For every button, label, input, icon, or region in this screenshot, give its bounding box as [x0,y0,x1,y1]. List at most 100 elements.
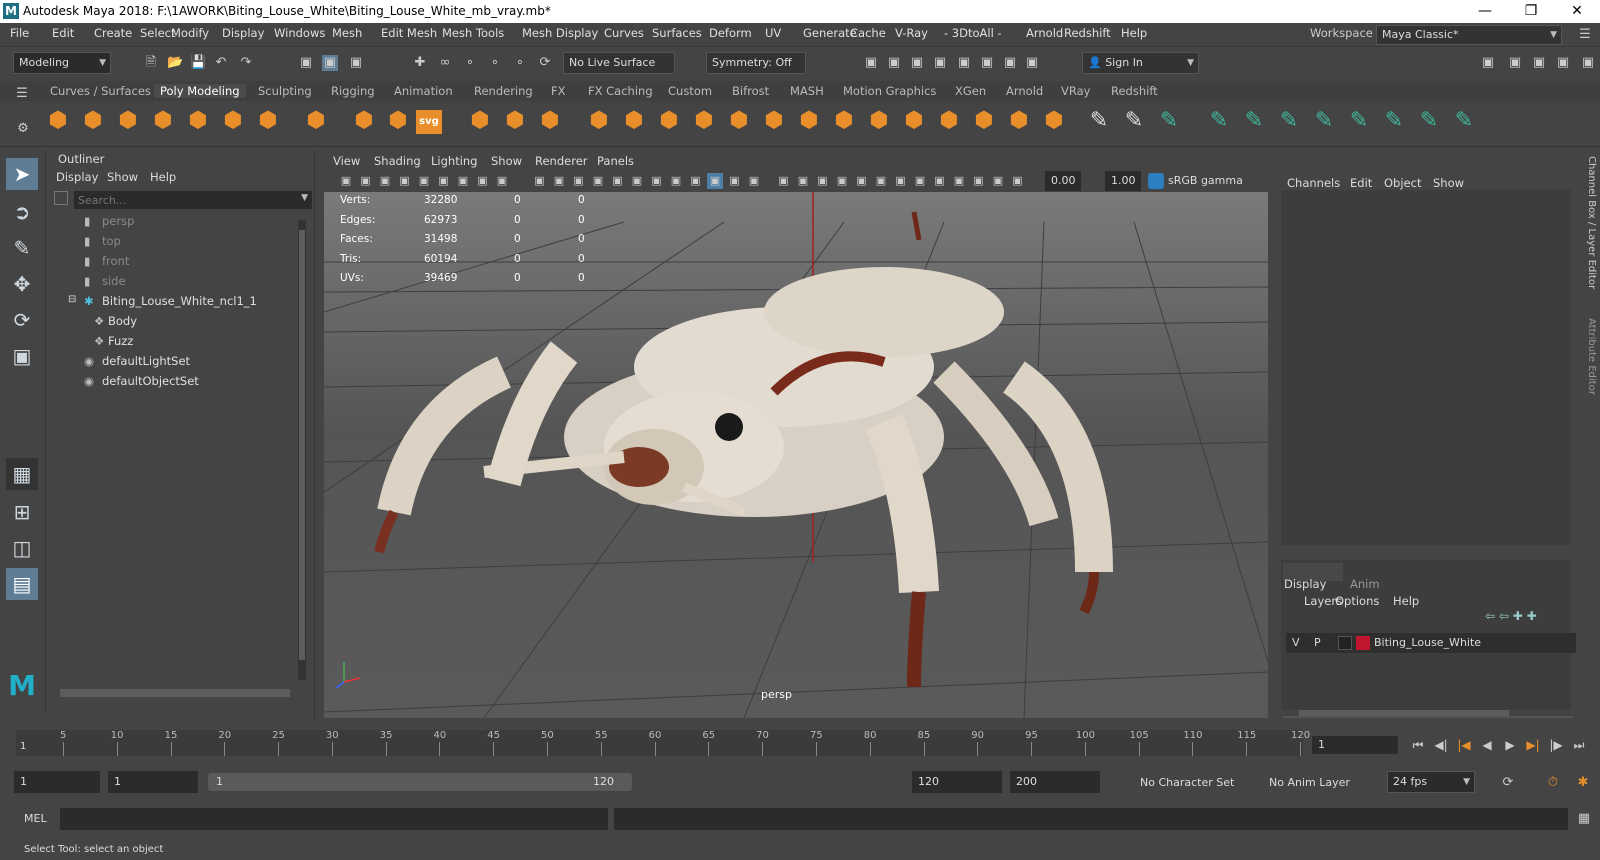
snap-grid-icon[interactable]: ✚ [412,55,428,71]
minimize-icon[interactable]: — [1462,1,1508,22]
menu-file[interactable]: File [10,26,29,40]
super-shape-icon[interactable]: ⬢ [350,107,378,135]
viewport-tool-icon[interactable]: ▣ [746,173,762,189]
menu-modify[interactable]: Modify [171,26,209,40]
paint-icon[interactable]: ✎ [1155,107,1183,135]
sculpt-icon[interactable]: ✎ [1120,107,1148,135]
shelf-tab-custom[interactable]: Custom [668,84,712,98]
play-forward-icon[interactable]: ▶ [1502,737,1518,753]
shelf-tab-bifrost[interactable]: Bifrost [732,84,769,98]
viewport-tool-icon[interactable]: ▣ [854,173,870,189]
menu-arnold[interactable]: Arnold [1026,26,1063,40]
shelf-tab-poly-modeling[interactable]: Poly Modeling [154,84,246,98]
outliner-search-input[interactable] [74,191,284,209]
live-surface-field[interactable]: No Live Surface [563,52,675,74]
snap-curve-icon[interactable]: ∞ [437,55,453,71]
single-pane-icon[interactable]: ▦ [6,458,38,490]
redo-icon[interactable]: ↷ [238,55,254,71]
modeling-toolkit-icon[interactable]: ▣ [1480,55,1496,71]
shelf-tab-redshift[interactable]: Redshift [1111,84,1158,98]
shelf-tab-mash[interactable]: MASH [790,84,824,98]
uv-auto-icon[interactable]: ✎ [1275,107,1303,135]
hypershade-icon[interactable]: ▣ [956,55,972,71]
viewport-tool-icon[interactable]: ▣ [610,173,626,189]
menu-generate[interactable]: Generate [803,26,857,40]
uv-layout-icon[interactable]: ✎ [1415,107,1443,135]
uv-cleanup-icon[interactable]: ✎ [1450,107,1478,135]
poly-plane-icon[interactable]: ⬢ [219,107,247,135]
select-tool-icon[interactable]: ➤ [6,158,38,190]
gamma-field[interactable]: 1.00 [1105,171,1141,191]
render-region-icon[interactable]: ▣ [863,55,879,71]
step-back-key-icon[interactable]: ◀| [1433,737,1449,753]
layer-row[interactable]: V P Biting_Louse_White [1286,633,1576,653]
viewport-tool-icon[interactable]: ▣ [455,173,471,189]
shelf-settings-icon[interactable]: ⚙ [15,121,31,137]
outliner-vscrollbar[interactable] [298,220,306,680]
render-view-icon[interactable]: ▣ [979,55,995,71]
anim-prefs-icon[interactable]: ✱ [1575,775,1591,791]
workspace-dropdown[interactable]: Maya Classic* ▼ [1376,25,1562,45]
fill-hole-icon[interactable]: ⬢ [725,107,753,135]
layer-type-box[interactable] [1338,636,1352,650]
menu-edit[interactable]: Edit [52,26,74,40]
scale-tool-icon[interactable]: ▣ [6,340,38,372]
connect-icon[interactable]: ⬢ [900,107,928,135]
viewport-tool-icon[interactable]: ▣ [912,173,928,189]
viewport-tool-icon[interactable]: ▣ [873,173,889,189]
attribute-editor-icon[interactable]: ▣ [1507,55,1523,71]
character-set-dropdown[interactable]: No Character Set [1140,776,1234,789]
3d-viewport[interactable]: Verts: 32280 0 0 Edges: 62973 0 0 Faces: 31498 0 0 T… [324,192,1268,718]
snap-live-icon[interactable]: ⟳ [537,55,553,71]
layer-menu-options[interactable]: Options [1335,594,1379,608]
combine-icon[interactable]: ⬢ [466,107,494,135]
viewport-tool-icon[interactable]: ▣ [727,173,743,189]
menu-windows[interactable]: Windows [274,26,325,40]
layer-hscrollbar[interactable] [1299,710,1509,716]
layer-menu-help[interactable]: Help [1393,594,1419,608]
viewport-tool-icon[interactable]: ▣ [358,173,374,189]
select-component-icon[interactable]: ▣ [348,55,364,71]
end-time-field[interactable]: 200 [1010,771,1100,793]
play-backward-icon[interactable]: ◀ [1479,737,1495,753]
tool-settings-icon[interactable]: ▣ [1531,55,1547,71]
render-settings-icon[interactable]: ▣ [932,55,948,71]
sign-in-button[interactable]: 👤 Sign In ▼ [1082,52,1199,74]
script-editor-icon[interactable]: ▦ [1576,811,1592,827]
side-tab-attribute-editor[interactable]: Attribute Editor [1583,318,1597,408]
viewport-tool-icon[interactable]: ▣ [688,173,704,189]
svg-tool-button[interactable]: svg [416,110,442,134]
viewport-tool-icon[interactable]: ▣ [475,173,491,189]
outliner-menu-help[interactable]: Help [150,170,176,184]
shelf-tab-curves-surfaces[interactable]: Curves / Surfaces [50,84,151,98]
save-scene-icon[interactable]: 💾 [190,55,206,71]
viewport-tool-icon[interactable]: ▣ [893,173,909,189]
separate-icon[interactable]: ⬢ [501,107,529,135]
outliner-layout-icon[interactable]: ▤ [6,568,38,600]
open-scene-icon[interactable]: 📂 [167,55,183,71]
poly-cone-icon[interactable]: ⬢ [149,107,177,135]
shelf-tab-rigging[interactable]: Rigging [331,84,375,98]
color-space-label[interactable]: sRGB gamma [1168,174,1243,187]
viewport-tool-icon[interactable]: ▣ [590,173,606,189]
outliner-menu-show[interactable]: Show [107,170,138,184]
viewport-tool-icon[interactable]: ▣ [494,173,510,189]
viewport-tool-icon[interactable]: ▣ [416,173,432,189]
uv-sew-icon[interactable]: ✎ [1345,107,1373,135]
playhead[interactable]: 1 [20,741,26,752]
viewport-tool-icon[interactable]: ▣ [951,173,967,189]
viewport-tool-icon[interactable]: ▣ [338,173,354,189]
channel-box-icon[interactable]: ▣ [1555,55,1571,71]
menu-cache[interactable]: Cache [850,26,886,40]
render-current-icon[interactable]: ▣ [886,55,902,71]
menu-redshift[interactable]: Redshift [1064,26,1111,40]
viewport-tool-icon[interactable]: ▣ [668,173,684,189]
exposure-field[interactable]: 0.00 [1045,171,1081,191]
range-slider[interactable]: 1 120 [208,773,632,791]
mode-dropdown[interactable]: Modeling ▼ [13,52,111,74]
command-input[interactable] [60,808,608,830]
shelf-tab-sculpting[interactable]: Sculpting [258,84,312,98]
mel-label[interactable]: MEL [24,812,47,825]
viewport-tool-icon[interactable]: ▣ [971,173,987,189]
fps-dropdown[interactable]: 24 fps ▼ [1387,771,1475,793]
